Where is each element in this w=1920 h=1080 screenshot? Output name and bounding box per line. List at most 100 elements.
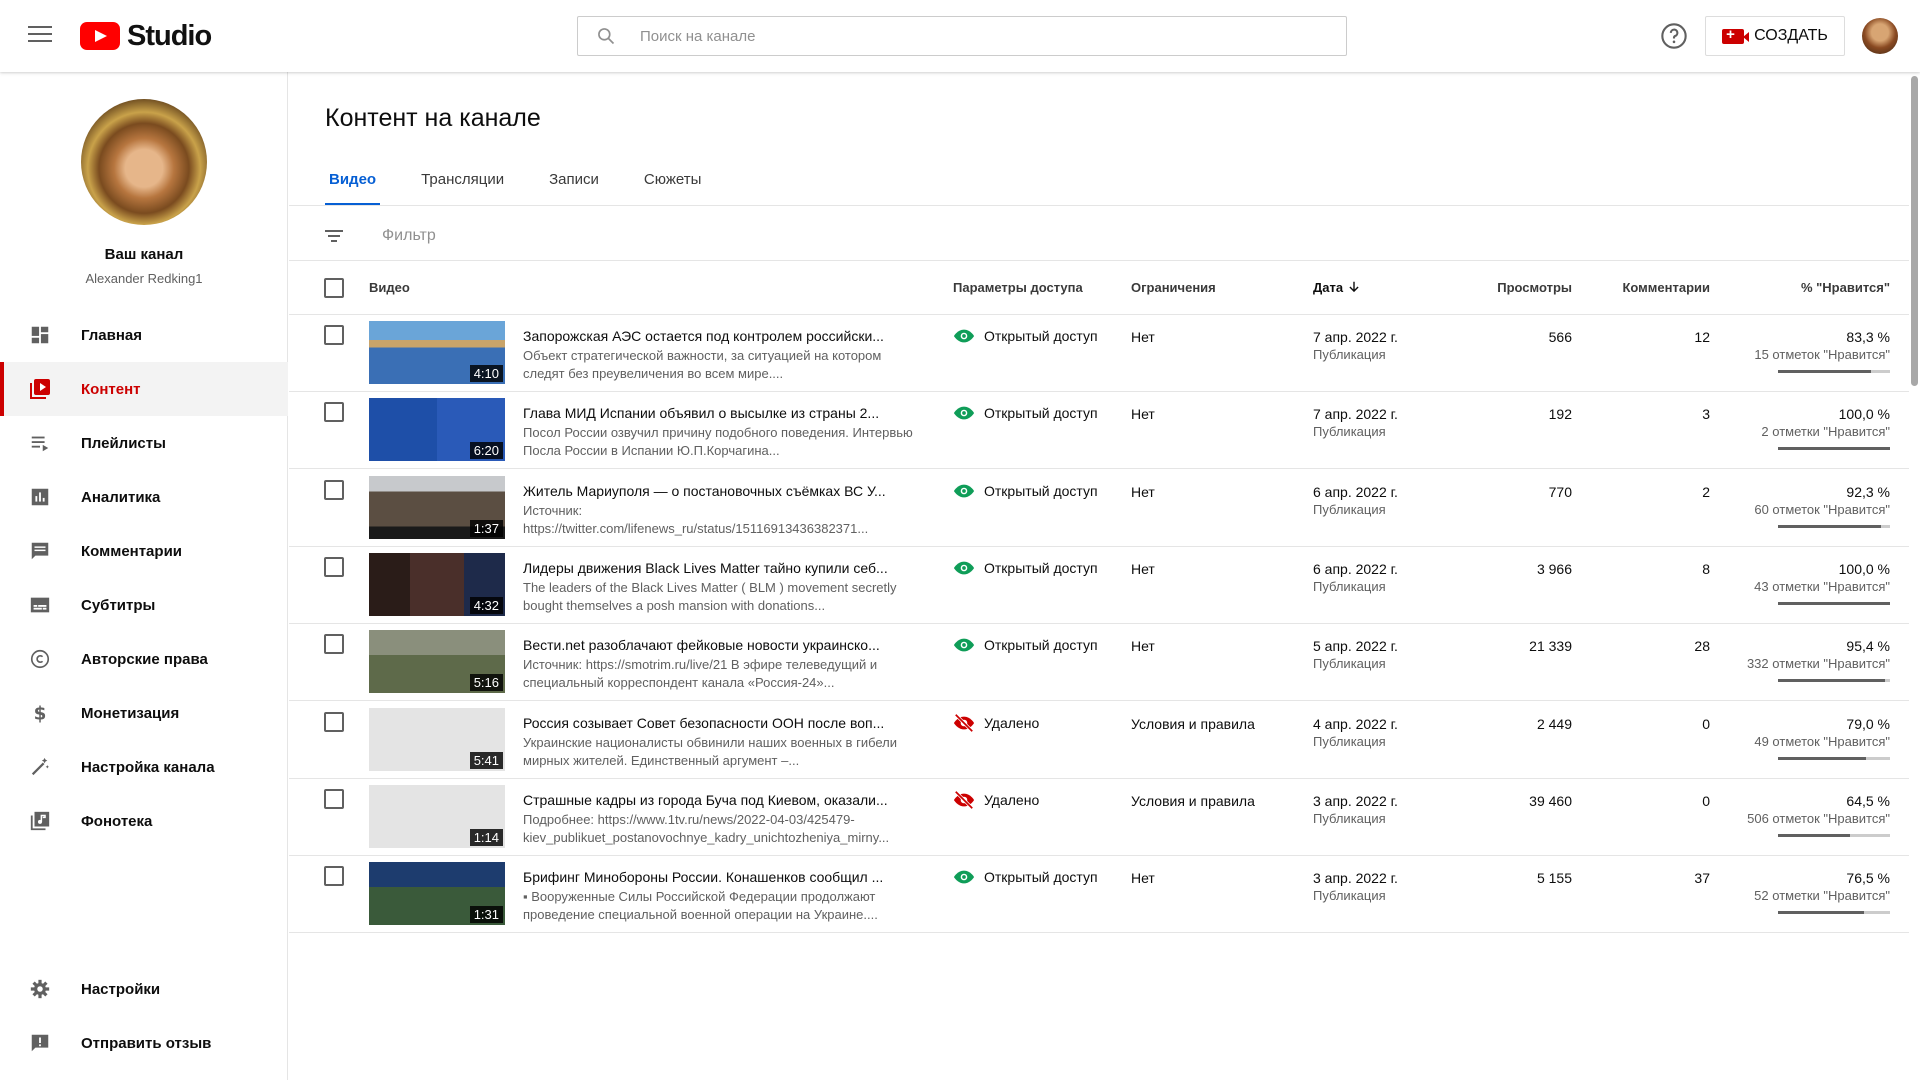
likes-percent: 100,0 % [1838, 406, 1890, 423]
column-date[interactable]: Дата [1313, 280, 1361, 295]
video-title[interactable]: Страшные кадры из города Буча под Киевом… [523, 792, 923, 808]
like-ratio-bar [1778, 679, 1890, 683]
likes-count: 49 отметок "Нравится" [1754, 733, 1890, 749]
column-access[interactable]: Параметры доступа [953, 280, 1083, 295]
duration-badge: 5:41 [469, 751, 503, 769]
tab-videos[interactable]: Видео [325, 160, 381, 208]
table-row[interactable]: 6:20 Глава МИД Испании объявил о высылке … [289, 392, 1909, 470]
visibility-dropdown[interactable]: Удалено [953, 789, 1039, 811]
row-checkbox[interactable] [324, 866, 344, 887]
search-box[interactable] [577, 16, 1347, 56]
row-checkbox[interactable] [324, 556, 344, 577]
visibility-dropdown[interactable]: Открытый доступ [953, 557, 1098, 579]
search-input[interactable] [640, 27, 1280, 45]
table-row[interactable]: 1:31 Брифинг Минобороны России. Конашенко… [289, 856, 1909, 934]
sidebar-item-content[interactable]: Контент [0, 362, 288, 416]
video-title[interactable]: Брифинг Минобороны России. Конашенков со… [523, 869, 923, 885]
row-checkbox[interactable] [324, 788, 344, 809]
scrollbar-thumb[interactable] [1911, 76, 1918, 386]
filter-input[interactable] [382, 220, 782, 252]
menu-icon[interactable] [28, 26, 52, 44]
views-count: 3 966 [1536, 560, 1572, 577]
table-row[interactable]: 5:16 Вести.net разоблачают фейковые новос… [289, 624, 1909, 702]
video-description: ▪ Вооруженные Силы Российской Федерации … [523, 889, 878, 923]
sidebar-item-audio-library[interactable]: Фонотека [0, 794, 288, 848]
row-checkbox[interactable] [324, 634, 344, 655]
visibility-dropdown[interactable]: Открытый доступ [953, 325, 1098, 347]
column-views[interactable]: Просмотры [1497, 280, 1572, 295]
video-thumbnail[interactable]: 1:37 [369, 475, 505, 539]
likes-percent: 64,5 % [1846, 792, 1890, 809]
sidebar-item-analytics[interactable]: Аналитика [0, 470, 288, 524]
help-icon[interactable] [1660, 22, 1688, 50]
channel-avatar[interactable] [81, 99, 207, 225]
sidebar-item-gear[interactable]: Настройки [0, 962, 288, 1016]
table-row[interactable]: 1:37 Житель Мариуполя — о постановочных с… [289, 470, 1909, 547]
tab-live[interactable]: Трансляции [417, 160, 508, 208]
sidebar-item-subtitles[interactable]: Субтитры [0, 578, 288, 632]
video-title[interactable]: Житель Мариуполя — о постановочных съёмк… [523, 483, 923, 499]
column-comments[interactable]: Комментарии [1622, 280, 1710, 295]
sidebar-item-playlists[interactable]: Плейлисты [0, 416, 288, 470]
sidebar-item-copyright[interactable]: Авторские права [0, 632, 288, 686]
video-thumbnail[interactable]: 4:10 [369, 321, 505, 384]
visibility-dropdown[interactable]: Открытый доступ [953, 866, 1098, 888]
like-ratio-bar [1778, 911, 1890, 915]
sidebar-item-feedback[interactable]: Отправить отзыв [0, 1016, 288, 1070]
row-checkbox[interactable] [324, 479, 344, 500]
eye-icon [953, 866, 977, 888]
tab-posts[interactable]: Записи [545, 160, 603, 208]
column-video: Видео [369, 280, 410, 295]
video-title[interactable]: Лидеры движения Black Lives Matter тайно… [523, 560, 923, 576]
video-thumbnail[interactable]: 4:32 [369, 552, 505, 616]
visibility-dropdown[interactable]: Открытый доступ [953, 634, 1098, 656]
visibility-dropdown[interactable]: Удалено [953, 712, 1039, 734]
studio-logo[interactable]: Studio [80, 20, 212, 52]
search-icon [598, 28, 615, 45]
account-avatar[interactable] [1862, 18, 1898, 54]
row-checkbox[interactable] [324, 711, 344, 732]
video-title[interactable]: Запорожская АЭС остается под контролем р… [523, 328, 923, 344]
scrollbar[interactable] [1909, 72, 1920, 1080]
visibility-dropdown[interactable]: Открытый доступ [953, 480, 1098, 502]
video-thumbnail[interactable]: 5:41 [369, 707, 505, 771]
sidebar-item-magic-wand[interactable]: Настройка канала [0, 740, 288, 794]
eye-icon [953, 480, 977, 502]
comments-count: 0 [1702, 792, 1710, 809]
video-description: Объект стратегической важности, за ситуа… [523, 348, 882, 381]
views-count: 5 155 [1536, 870, 1572, 887]
sidebar-item-label: Субтитры [81, 596, 156, 614]
likes-percent: 83,3 % [1846, 329, 1890, 345]
create-button[interactable]: СОЗДАТЬ [1705, 16, 1845, 56]
sort-down-icon [1349, 281, 1359, 293]
column-restrictions[interactable]: Ограничения [1131, 280, 1216, 295]
table-row[interactable]: 4:32 Лидеры движения Black Lives Matter т… [289, 547, 1909, 624]
column-likes[interactable]: % "Нравится" [1801, 280, 1890, 295]
publish-status: Публикация [1313, 578, 1386, 594]
select-all-checkbox[interactable] [324, 278, 344, 298]
table-row[interactable]: 5:41 Россия созывает Совет безопасности О… [289, 702, 1909, 779]
filter-icon[interactable] [322, 224, 346, 248]
tab-shorts[interactable]: Сюжеты [640, 160, 705, 208]
views-count: 21 339 [1529, 638, 1572, 655]
sidebar-bottom-nav: Настройки Отправить отзыв [0, 962, 288, 1070]
sidebar-item-dashboard[interactable]: Главная [0, 308, 288, 362]
restriction-label: Условия и правила [1131, 715, 1255, 732]
video-thumbnail[interactable]: 5:16 [369, 630, 505, 694]
video-title[interactable]: Россия созывает Совет безопасности ООН п… [523, 715, 923, 731]
gear-icon [28, 977, 52, 1001]
video-thumbnail[interactable]: 1:14 [369, 784, 505, 848]
sidebar-item-dollar[interactable]: $ Монетизация [0, 686, 288, 740]
video-thumbnail[interactable]: 6:20 [369, 398, 505, 462]
video-thumbnail[interactable]: 1:31 [369, 862, 505, 926]
table-row[interactable]: 1:14 Страшные кадры из города Буча под Ки… [289, 779, 1909, 856]
row-checkbox[interactable] [324, 325, 344, 345]
like-ratio-fill [1778, 601, 1890, 605]
video-title[interactable]: Вести.net разоблачают фейковые новости у… [523, 637, 923, 653]
visibility-dropdown[interactable]: Открытый доступ [953, 402, 1098, 424]
row-checkbox[interactable] [324, 402, 344, 423]
restriction-label: Нет [1131, 870, 1155, 887]
video-title[interactable]: Глава МИД Испании объявил о высылке из с… [523, 405, 923, 421]
table-row[interactable]: 4:10 Запорожская АЭС остается под контрол… [289, 315, 1909, 392]
sidebar-item-comments[interactable]: Комментарии [0, 524, 288, 578]
